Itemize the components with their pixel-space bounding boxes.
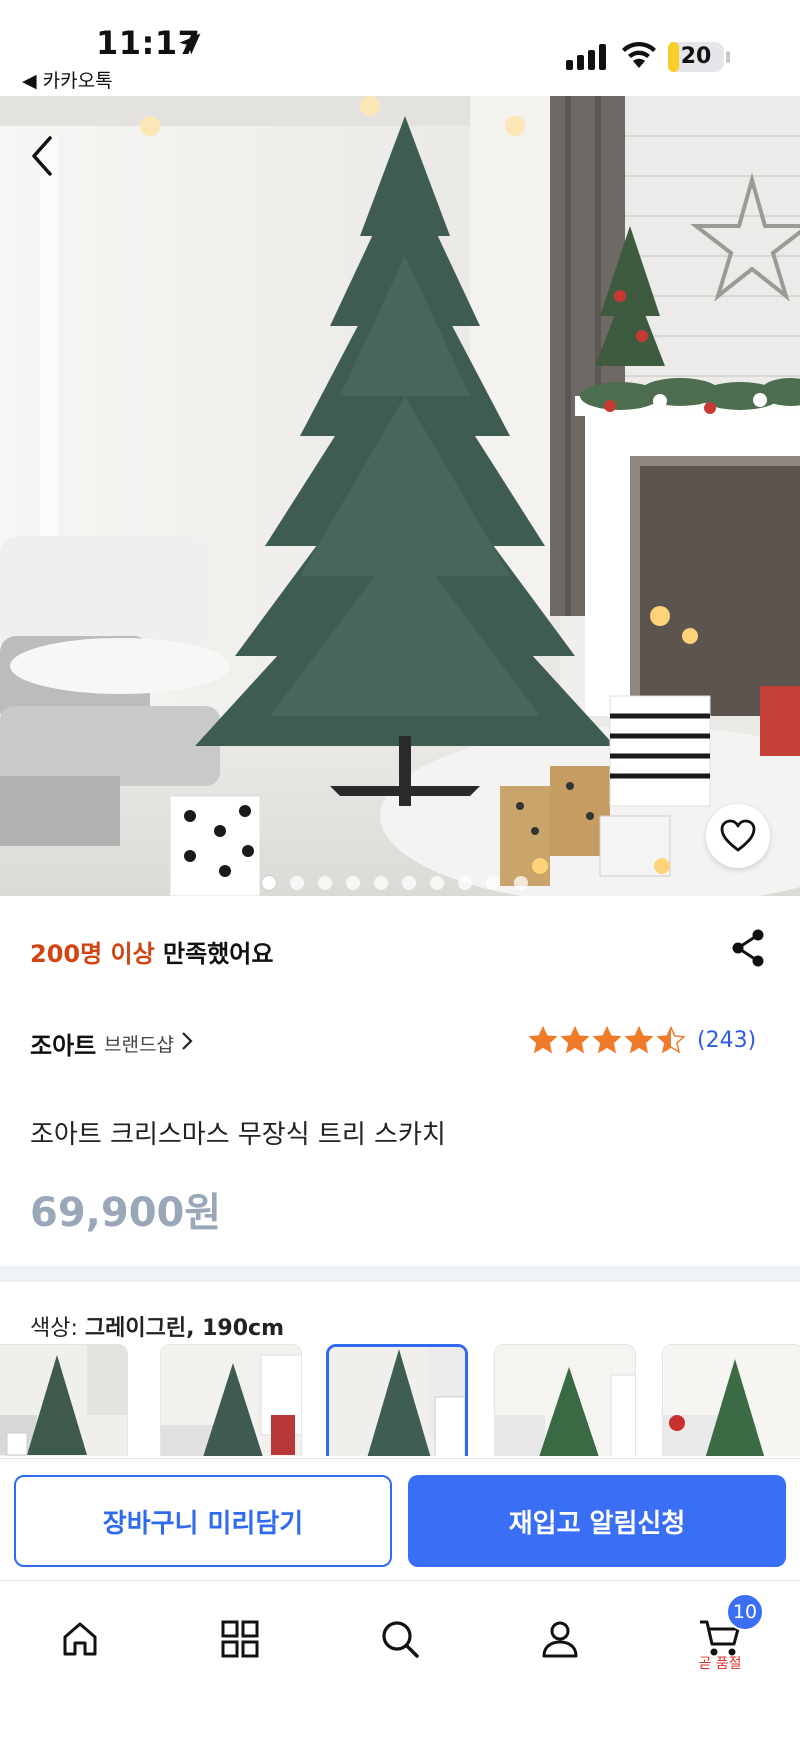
gallery-dot[interactable]: [262, 876, 276, 890]
star-icon: [592, 1026, 622, 1054]
swatch-thumbnail: [495, 1345, 635, 1456]
gallery-dot[interactable]: [290, 876, 304, 890]
tab-search[interactable]: [370, 1609, 430, 1669]
back-to-app-link[interactable]: ◀ 카카오톡: [22, 66, 113, 93]
swatch-thumbnail: [663, 1345, 800, 1456]
product-photo: [0, 96, 800, 896]
battery-percent: 20: [680, 44, 712, 69]
product-image[interactable]: [0, 96, 800, 896]
star-icon: [624, 1026, 654, 1054]
wishlist-button[interactable]: [706, 804, 770, 868]
gallery-dot[interactable]: [430, 876, 444, 890]
satisfaction-banner: 200명 이상 만족했어요: [30, 934, 273, 969]
wifi-icon: [622, 41, 656, 68]
tab-home[interactable]: [50, 1609, 110, 1669]
status-bar: 11:17 ◀ 카카오톡 20: [0, 0, 800, 96]
product-title: 조아트 크리스마스 무장식 트리 스카치: [30, 1120, 446, 1150]
rating-stars: [528, 1026, 686, 1054]
swatch-thumbnail: [329, 1347, 465, 1456]
search-icon: [382, 1621, 419, 1658]
swatch-thumbnail: [161, 1345, 301, 1456]
gallery-dot[interactable]: [486, 876, 500, 890]
satisfaction-text: 만족했어요: [154, 940, 274, 968]
battery-icon: 20: [668, 42, 724, 72]
gallery-dot[interactable]: [318, 876, 332, 890]
brand-name[interactable]: 조아트: [30, 1026, 96, 1061]
star-icon: [560, 1026, 590, 1054]
signal-icon: [566, 44, 606, 70]
profile-icon: [542, 1621, 578, 1658]
gallery-dot[interactable]: [514, 876, 528, 890]
gallery-dot[interactable]: [374, 876, 388, 890]
option-swatch[interactable]: [160, 1344, 302, 1456]
gallery-dot[interactable]: [458, 876, 472, 890]
cart-soldout-note: 곧 품절: [698, 1656, 742, 1672]
battery-tip: [726, 51, 730, 63]
gallery-dot[interactable]: [402, 876, 416, 890]
option-swatch[interactable]: [0, 1344, 128, 1456]
option-name: 색상:: [30, 1316, 85, 1341]
section-divider: [0, 1266, 800, 1282]
gallery-dot[interactable]: [346, 876, 360, 890]
tab-profile[interactable]: [530, 1609, 590, 1669]
home-icon: [63, 1622, 97, 1656]
heart-icon: [720, 819, 756, 852]
star-icon: [656, 1026, 686, 1054]
option-swatches: [0, 1344, 800, 1456]
purchase-action-bar: 장바구니 미리담기 재입고 알림신청: [0, 1458, 800, 1580]
option-value: 그레이그린, 190cm: [84, 1316, 284, 1341]
product-price: 69,900원: [30, 1190, 222, 1236]
option-label: 색상: 그레이그린, 190cm: [30, 1310, 284, 1342]
review-count-link[interactable]: (243): [697, 1028, 756, 1053]
star-icon: [528, 1026, 558, 1054]
option-swatch[interactable]: [494, 1344, 636, 1456]
option-swatch[interactable]: [662, 1344, 800, 1456]
satisfaction-count: 200명 이상: [30, 940, 155, 968]
brand-shop-link[interactable]: 브랜드샵: [104, 1030, 174, 1057]
gallery-pagination[interactable]: [262, 876, 528, 890]
tab-category[interactable]: [210, 1609, 270, 1669]
add-to-cart-button[interactable]: 장바구니 미리담기: [14, 1475, 392, 1567]
bottom-tab-bar: 10 곧 품절: [0, 1580, 800, 1738]
cart-count-badge: 10: [726, 1593, 764, 1631]
share-icon[interactable]: [730, 928, 766, 968]
chevron-right-icon[interactable]: [180, 1030, 194, 1052]
option-swatch-selected[interactable]: [326, 1344, 468, 1456]
back-icon[interactable]: [24, 132, 60, 180]
location-arrow-icon: [179, 33, 201, 55]
restock-alert-button[interactable]: 재입고 알림신청: [408, 1475, 786, 1567]
swatch-thumbnail: [0, 1345, 127, 1456]
category-icon: [221, 1620, 259, 1658]
